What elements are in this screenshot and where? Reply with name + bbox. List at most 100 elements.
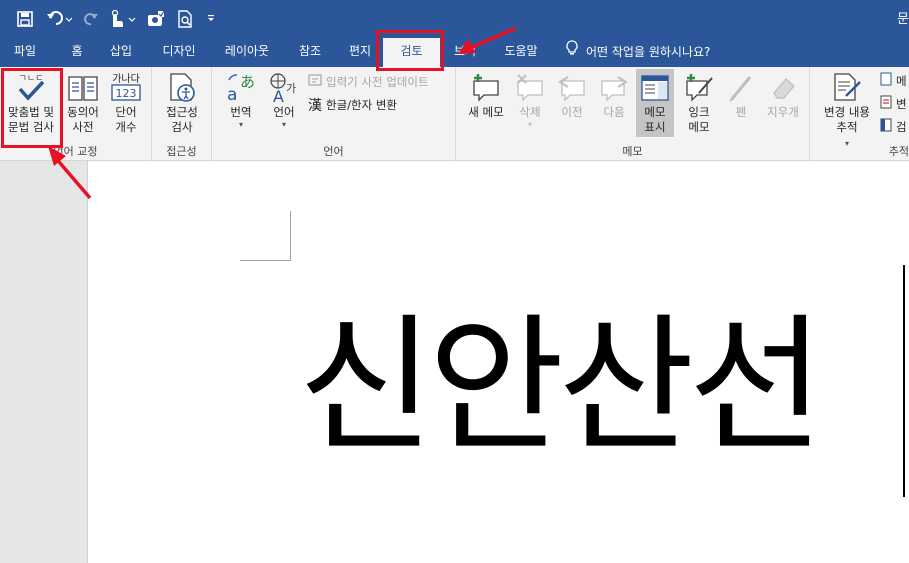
svg-text:a: a — [227, 85, 237, 104]
word-count-icon: 가나다 123 — [106, 71, 146, 105]
show-comments-icon — [636, 71, 674, 105]
tab-design[interactable]: 디자인 — [152, 38, 206, 67]
page-corner-mark — [240, 260, 291, 261]
tab-insert[interactable]: 삽입 — [100, 38, 142, 67]
group-label-language: 언어 — [323, 145, 344, 158]
book-icon — [62, 71, 104, 105]
markup-label: 메 — [896, 73, 907, 88]
ink-comment-button[interactable]: 잉크 메모 — [680, 71, 718, 135]
pen-label: 펜 — [735, 105, 747, 119]
delete-comment-button[interactable]: 삭제 ▾ — [512, 71, 548, 129]
show-markup-button[interactable]: 변 — [880, 95, 907, 112]
highlight-box-spelling — [1, 68, 63, 148]
tab-home[interactable]: 홈 — [60, 38, 94, 67]
ribbon-panel: ㄱㄴㄷ 맞춤법 및 문법 검사 동의어 사전 가나다 123 단어 개수 언어 교… — [0, 67, 909, 161]
touch-mode-icon[interactable] — [106, 8, 138, 30]
svg-text:가: 가 — [286, 82, 296, 95]
tell-me-label: 어떤 작업을 원하시나요? — [586, 45, 711, 59]
tell-me-box[interactable]: 어떤 작업을 원하시나요? — [566, 38, 710, 67]
customize-icon[interactable] — [204, 8, 218, 30]
arrow-annotation-2 — [458, 26, 517, 54]
previous-comment-icon — [554, 71, 590, 105]
arrow-annotation-1 — [48, 146, 92, 200]
thesaurus-button[interactable]: 동의어 사전 — [62, 71, 104, 135]
ime-update-label: 입력기 사전 업데이트 — [326, 74, 429, 89]
group-language: aあ 번역 ▾ A가 언어 ▾ 입력기 사전 업데이트 漢 한글/한자 변환 언… — [212, 67, 456, 161]
tab-mailings[interactable]: 편지 — [340, 38, 380, 67]
reviewing-pane-button[interactable]: 검 — [880, 118, 907, 135]
chevron-down-icon: ▾ — [527, 120, 532, 129]
svg-text:가나다: 가나다 — [112, 73, 140, 85]
translate-button[interactable]: aあ 번역 ▾ — [222, 71, 260, 129]
group-label-tracking: 추적 — [888, 145, 909, 158]
hanja-icon: 漢 — [308, 98, 322, 114]
window-title: 문 — [897, 12, 909, 27]
highlight-box-review-tab — [376, 30, 444, 71]
new-comment-button[interactable]: 새 메모 — [464, 71, 508, 120]
eraser-icon — [760, 71, 806, 105]
track-changes-label-1: 변경 내용 — [824, 105, 870, 119]
markup-display-dropdown[interactable]: 메 — [880, 72, 907, 89]
language-button[interactable]: A가 언어 ▾ — [264, 71, 304, 129]
undo-icon[interactable] — [44, 8, 74, 30]
next-comment-button[interactable]: 다음 — [596, 71, 632, 120]
dictionary-update-icon — [308, 73, 322, 90]
delete-comment-icon — [512, 71, 548, 105]
group-tracking: 변경 내용 추적 ▾ 메 변 검 추적 — [810, 67, 909, 161]
lightbulb-icon — [566, 39, 578, 66]
pen-button[interactable]: 펜 — [724, 71, 758, 120]
ime-dictionary-update-button[interactable]: 입력기 사전 업데이트 — [308, 73, 429, 90]
hangul-hanja-convert-button[interactable]: 漢 한글/한자 변환 — [308, 95, 397, 115]
translate-label: 번역 — [230, 105, 252, 119]
next-comment-label: 다음 — [603, 105, 625, 119]
translate-icon: aあ — [222, 71, 260, 105]
tab-file[interactable]: 파일 — [0, 38, 50, 67]
pen-icon — [724, 71, 758, 105]
print-preview-icon[interactable] — [174, 8, 196, 30]
spelling-icon[interactable] — [144, 8, 168, 30]
save-icon[interactable] — [14, 8, 36, 30]
word-count-label-1: 단어 — [115, 105, 137, 119]
hanja-label: 한글/한자 변환 — [326, 98, 398, 112]
markup-icon — [880, 72, 892, 89]
track-changes-button[interactable]: 변경 내용 추적 ▾ — [816, 71, 878, 150]
tab-references[interactable]: 참조 — [290, 38, 330, 67]
word-count-button[interactable]: 가나다 123 단어 개수 — [106, 71, 146, 135]
show-comments-label-2: 표시 — [644, 120, 666, 134]
show-markup-label: 변 — [896, 96, 907, 111]
next-comment-icon — [596, 71, 632, 105]
ink-comment-label-2: 메모 — [688, 120, 710, 134]
language-icon: A가 — [264, 71, 304, 105]
redo-icon[interactable] — [80, 8, 102, 30]
track-changes-label-2: 추적 — [836, 120, 858, 134]
show-comments-label-1: 메모 — [644, 105, 666, 119]
accessibility-label-2: 검사 — [171, 120, 193, 134]
ink-comment-label-1: 잉크 — [688, 105, 710, 119]
accessibility-icon — [158, 71, 206, 105]
navigation-margin — [0, 161, 88, 563]
word-count-label-2: 개수 — [115, 120, 137, 134]
tab-layout[interactable]: 레이아웃 — [216, 38, 278, 67]
language-label: 언어 — [273, 105, 295, 119]
ink-comment-icon — [680, 71, 718, 105]
accessibility-check-button[interactable]: 접근성 검사 — [158, 71, 206, 135]
previous-comment-button[interactable]: 이전 — [554, 71, 590, 120]
group-comments: 새 메모 삭제 ▾ 이전 다음 메모 표시 잉크 메모 펜 지우개 메모 — [456, 67, 810, 161]
new-comment-label: 새 메모 — [468, 105, 504, 119]
svg-text:123: 123 — [116, 87, 137, 100]
accessibility-label-1: 접근성 — [166, 105, 198, 119]
thesaurus-label-1: 동의어 — [67, 105, 99, 119]
reviewing-pane-label: 검 — [896, 119, 907, 134]
reviewing-pane-icon — [880, 118, 892, 135]
document-text[interactable]: 신안산선 — [298, 296, 825, 476]
eraser-button[interactable]: 지우개 — [760, 71, 806, 120]
svg-text:あ: あ — [240, 73, 255, 91]
show-comments-button[interactable]: 메모 표시 — [636, 69, 674, 137]
group-accessibility: 접근성 검사 접근성 — [152, 67, 212, 161]
thesaurus-label-2: 사전 — [72, 120, 94, 134]
page-edge-line — [903, 265, 905, 497]
previous-comment-label: 이전 — [561, 105, 583, 119]
group-label-comments: 메모 — [622, 145, 643, 158]
eraser-label: 지우개 — [767, 105, 799, 119]
chevron-down-icon: ▾ — [238, 120, 243, 129]
